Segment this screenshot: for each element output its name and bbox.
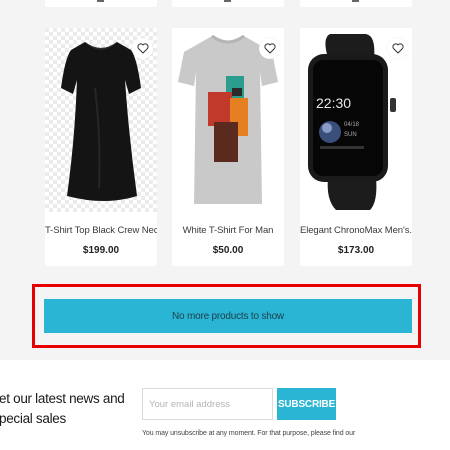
watch-day: SUN bbox=[344, 132, 357, 138]
previous-row-price-fragment bbox=[352, 0, 359, 2]
heart-outline-icon bbox=[136, 43, 149, 54]
wishlist-button[interactable] bbox=[132, 38, 153, 59]
product-name[interactable]: Elegant ChronoMax Men's... bbox=[300, 225, 412, 236]
product-card[interactable]: T-Shirt Top Black Crew Neck... $199.00 bbox=[45, 28, 157, 266]
previous-row-card[interactable] bbox=[45, 0, 157, 7]
previous-row-card[interactable] bbox=[172, 0, 284, 7]
newsletter-title: et our latest news and pecial sales bbox=[0, 389, 129, 429]
email-field[interactable] bbox=[142, 388, 273, 420]
product-name[interactable]: T-Shirt Top Black Crew Neck... bbox=[45, 225, 157, 236]
watch-date: 04/18 bbox=[344, 122, 360, 128]
product-price: $50.00 bbox=[212, 245, 244, 256]
subscribe-button[interactable]: SUBSCRIBE bbox=[277, 388, 336, 420]
product-name[interactable]: White T-Shirt For Man bbox=[172, 225, 284, 236]
product-card[interactable]: White T-Shirt For Man $50.00 bbox=[172, 28, 284, 266]
wishlist-button[interactable] bbox=[259, 38, 280, 59]
no-more-products-bar[interactable]: No more products to show bbox=[44, 299, 412, 333]
newsletter-title-line-1: et our latest news and bbox=[0, 391, 125, 406]
product-price: $199.00 bbox=[82, 245, 120, 256]
heart-outline-icon bbox=[391, 43, 404, 54]
heart-outline-icon bbox=[263, 43, 276, 54]
watch-time: 22:30 bbox=[316, 95, 351, 111]
previous-row-price-fragment bbox=[224, 0, 231, 2]
newsletter-legal-text: You may unsubscribe at any moment. For t… bbox=[142, 430, 356, 437]
previous-row-price-fragment bbox=[97, 0, 104, 2]
product-price: $173.00 bbox=[337, 245, 375, 256]
product-card[interactable]: 22:30 04/18 SUN Elegant ChronoMax Men's.… bbox=[300, 28, 412, 266]
newsletter-title-line-2: pecial sales bbox=[0, 411, 66, 426]
previous-row-card[interactable] bbox=[300, 0, 412, 7]
wishlist-button[interactable] bbox=[387, 38, 408, 59]
product-grid-section: T-Shirt Top Black Crew Neck... $199.00 W… bbox=[0, 0, 450, 360]
